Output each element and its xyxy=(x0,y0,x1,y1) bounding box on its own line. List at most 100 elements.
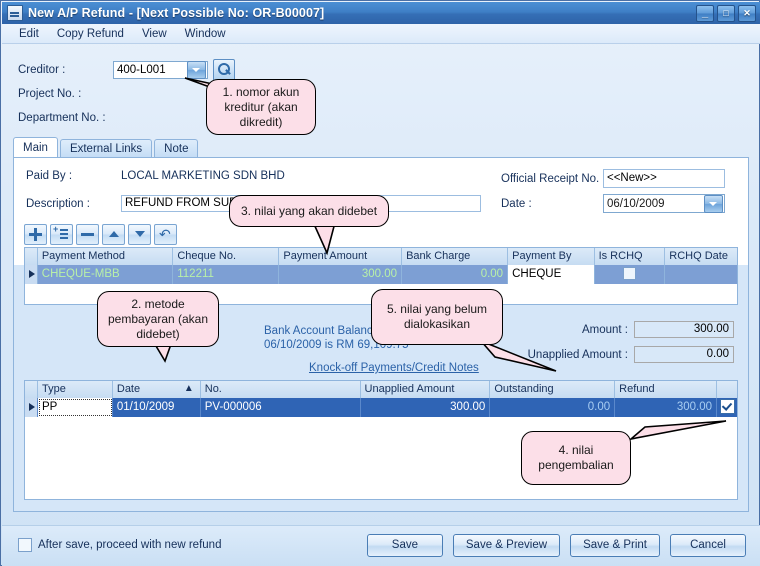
callout-5-tail xyxy=(480,340,601,377)
after-save-checkbox-row[interactable]: After save, proceed with new refund xyxy=(18,538,221,552)
tab-external-links[interactable]: External Links xyxy=(59,139,153,158)
column-payment-by[interactable]: Payment By xyxy=(508,248,595,265)
project-no-label: Project No. : xyxy=(18,88,82,100)
table-row[interactable]: CHEQUE-MBB 112211 300.00 0.00 CHEQUE xyxy=(25,265,737,284)
cell-payment-by[interactable]: CHEQUE xyxy=(508,265,595,284)
insert-row-icon[interactable] xyxy=(50,224,73,245)
callout-1: 1. nomor akun kreditur (akan dikredit) xyxy=(206,79,316,135)
cell-outstanding[interactable]: 0.00 xyxy=(490,398,616,417)
knockoff-link[interactable]: Knock-off Payments/Credit Notes xyxy=(309,362,479,374)
cell-no[interactable]: PV-000006 xyxy=(201,398,361,417)
callout-1-text: 1. nomor akun kreditur (akan dikredit) xyxy=(222,84,300,129)
column-rchq-date[interactable]: RCHQ Date xyxy=(665,248,737,265)
tab-note[interactable]: Note xyxy=(154,139,199,158)
application-window: New A/P Refund - [Next Possible No: OR-B… xyxy=(0,0,760,566)
column-date-label: Date xyxy=(116,383,141,395)
menu-item-window[interactable]: Window xyxy=(176,26,235,42)
official-receipt-input[interactable]: <<New>> xyxy=(603,169,725,188)
unapplied-amount-value: 0.00 xyxy=(634,346,734,363)
menu-item-edit[interactable]: Edit xyxy=(10,26,48,42)
date-value: 06/10/2009 xyxy=(607,197,665,210)
cell-refund[interactable]: 300.00 xyxy=(615,398,718,417)
date-picker[interactable]: 06/10/2009 xyxy=(603,194,725,213)
callout-5-text: 5. nilai yang belum dialokasikan xyxy=(386,302,488,331)
menu-item-view[interactable]: View xyxy=(133,26,176,42)
move-up-icon[interactable] xyxy=(102,224,125,245)
window-title: New A/P Refund - [Next Possible No: OR-B… xyxy=(28,6,325,20)
move-down-icon[interactable] xyxy=(128,224,151,245)
row-marker-2 xyxy=(25,398,38,417)
add-row-icon[interactable] xyxy=(24,224,47,245)
title-bar: New A/P Refund - [Next Possible No: OR-B… xyxy=(2,2,760,24)
row-marker-header-2 xyxy=(25,381,38,398)
cancel-button[interactable]: Cancel xyxy=(670,534,746,557)
callout-4: 4. nilai pengembalian xyxy=(521,431,631,485)
is-rchq-checkbox[interactable] xyxy=(622,267,636,281)
cell-select[interactable] xyxy=(717,398,737,417)
footer-buttons: Save Save & Preview Save & Print Cancel xyxy=(366,534,746,557)
amount-value: 300.00 xyxy=(634,321,734,338)
column-refund[interactable]: Refund xyxy=(615,381,718,398)
column-unapplied-amount[interactable]: Unapplied Amount xyxy=(361,381,491,398)
row-marker xyxy=(25,265,38,284)
column-cheque-no[interactable]: Cheque No. xyxy=(173,248,280,265)
maximize-icon: □ xyxy=(723,8,729,18)
column-type[interactable]: Type xyxy=(38,381,113,398)
official-receipt-row: Official Receipt No. : <<New>> xyxy=(501,169,725,188)
callout-4-text: 4. nilai pengembalian xyxy=(538,443,614,472)
column-bank-charge[interactable]: Bank Charge xyxy=(402,248,509,265)
menu-bar: Edit Copy Refund View Window xyxy=(2,24,760,44)
creditor-value: 400-L001 xyxy=(117,64,166,76)
undo-icon[interactable] xyxy=(154,224,177,245)
sort-asc-icon: ▲ xyxy=(183,383,194,394)
official-receipt-label: Official Receipt No. : xyxy=(501,172,606,185)
cell-date[interactable]: 01/10/2009 xyxy=(113,398,201,417)
document-icon xyxy=(7,5,23,21)
cell-rchq-date[interactable] xyxy=(665,265,737,284)
column-outstanding[interactable]: Outstanding xyxy=(490,381,616,398)
tab-strip: Main External Links Note xyxy=(13,137,749,158)
paid-by-value: LOCAL MARKETING SDN BHD xyxy=(121,170,285,182)
date-label: Date : xyxy=(501,197,532,210)
maximize-button[interactable]: □ xyxy=(717,5,735,22)
paid-by-row: Paid By : LOCAL MARKETING SDN BHD xyxy=(26,170,285,182)
after-save-label: After save, proceed with new refund xyxy=(38,539,222,551)
creditor-label: Creditor : xyxy=(18,64,66,76)
tab-main[interactable]: Main xyxy=(13,137,58,158)
column-date[interactable]: Date ▲ xyxy=(113,381,201,398)
minimize-button[interactable]: _ xyxy=(696,5,714,22)
row-selected-checkbox[interactable] xyxy=(719,399,735,415)
paid-by-label: Paid By : xyxy=(26,170,73,182)
window-controls: _ □ ✕ xyxy=(696,5,756,22)
save-and-print-button[interactable]: Save & Print xyxy=(570,534,660,557)
save-button[interactable]: Save xyxy=(366,534,443,557)
cell-type[interactable]: PP xyxy=(37,398,113,417)
callout-5: 5. nilai yang belum dialokasikan xyxy=(371,289,503,345)
callout-3: 3. nilai yang akan didebet xyxy=(229,195,389,227)
cell-unapplied-amount[interactable]: 300.00 xyxy=(361,398,491,417)
column-no[interactable]: No. xyxy=(201,381,361,398)
table-row[interactable]: PP 01/10/2009 PV-000006 300.00 0.00 300.… xyxy=(25,398,737,417)
cell-bank-charge[interactable]: 0.00 xyxy=(402,265,509,284)
column-payment-method[interactable]: Payment Method xyxy=(38,248,174,265)
close-button[interactable]: ✕ xyxy=(738,5,756,22)
cell-is-rchq[interactable] xyxy=(595,265,666,284)
after-save-checkbox[interactable] xyxy=(18,538,32,552)
minimize-icon: _ xyxy=(701,7,709,19)
cell-payment-method[interactable]: CHEQUE-MBB xyxy=(38,265,174,284)
calendar-dropdown-icon[interactable] xyxy=(704,194,723,213)
form-area: Creditor : 400-L001 Project No. : Depart… xyxy=(2,44,760,525)
close-icon: ✕ xyxy=(743,8,751,18)
save-and-preview-button[interactable]: Save & Preview xyxy=(452,534,561,557)
delete-row-icon[interactable] xyxy=(76,224,99,245)
cell-cheque-no[interactable]: 112211 xyxy=(173,265,280,284)
footer-bar: After save, proceed with new refund Save… xyxy=(2,525,760,566)
column-is-rchq[interactable]: Is RCHQ xyxy=(595,248,666,265)
date-row: Date : 06/10/2009 xyxy=(501,194,725,213)
column-select[interactable] xyxy=(717,381,737,398)
cell-payment-amount[interactable]: 300.00 xyxy=(279,265,403,284)
callout-2-text: 2. metode pembayaran (akan didebet) xyxy=(107,296,209,341)
row-marker-header xyxy=(25,248,38,265)
grid-toolbar xyxy=(24,224,177,245)
menu-item-copy-refund[interactable]: Copy Refund xyxy=(48,26,133,42)
